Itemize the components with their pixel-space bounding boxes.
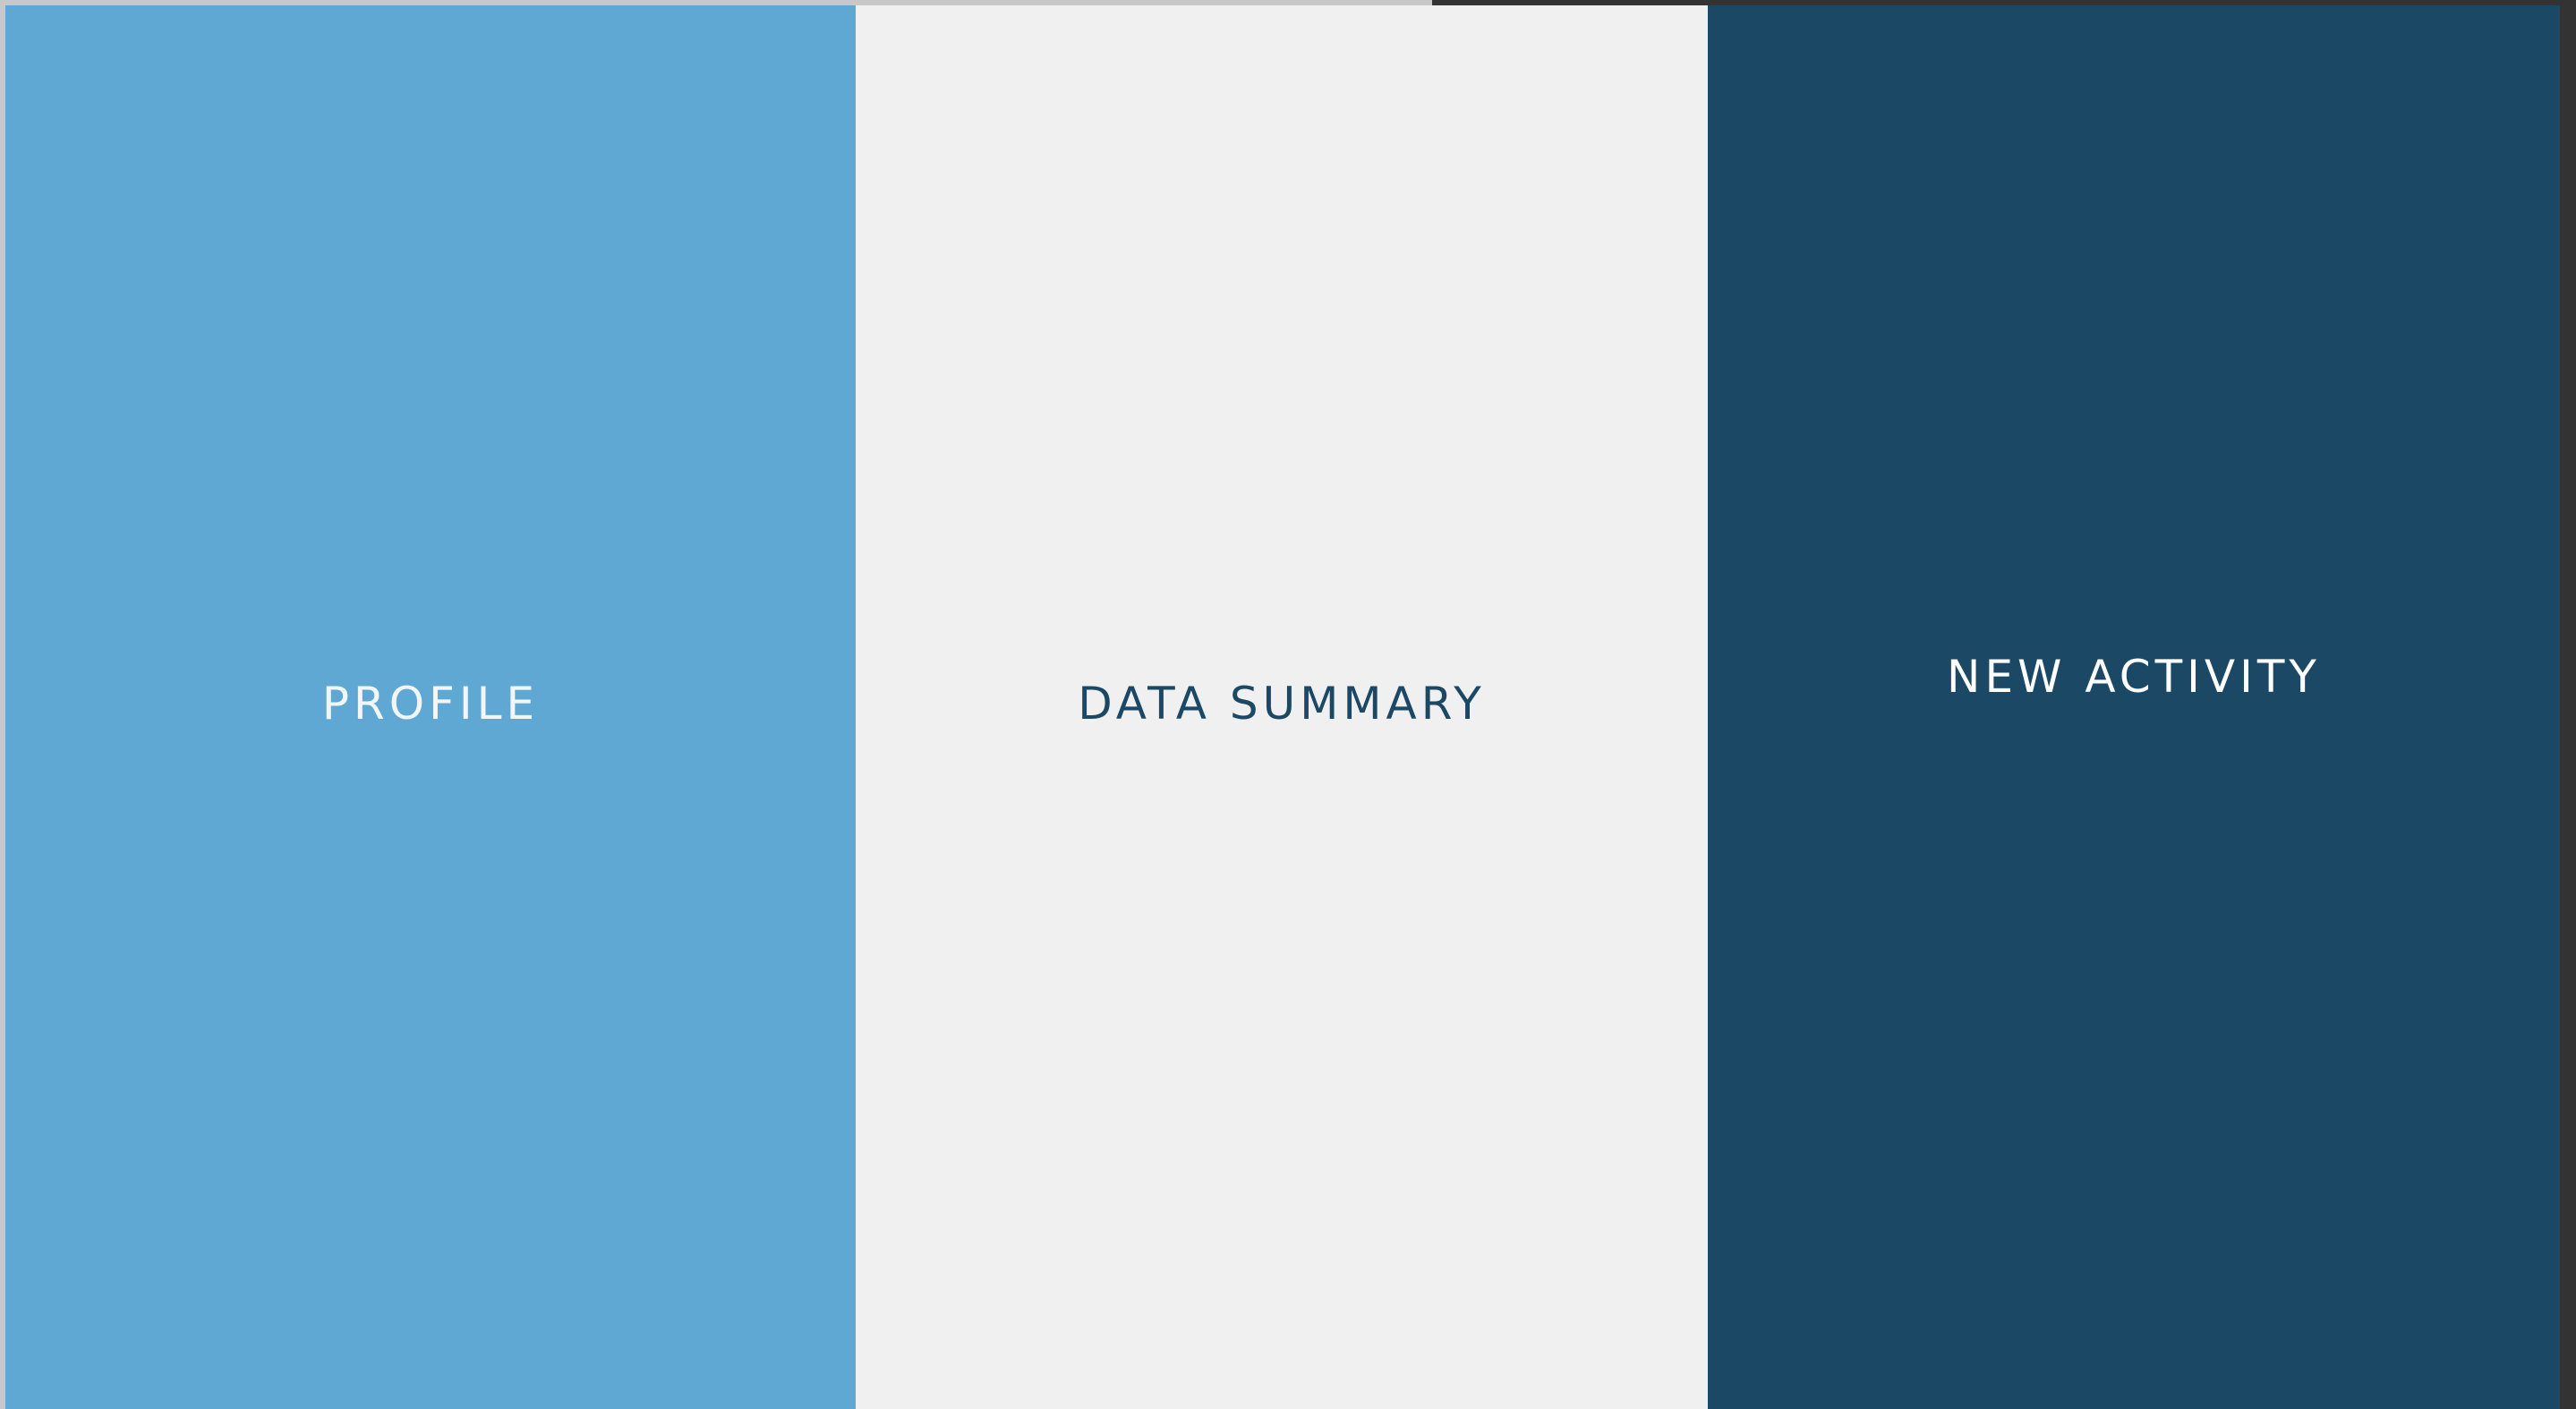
new-activity-label: NEW ACTIVITY (1947, 651, 2321, 703)
window-right-border (2560, 0, 2576, 1409)
profile-panel[interactable]: PROFILE (5, 5, 856, 1409)
main-panels: PROFILE DATA SUMMARY NEW ACTIVITY (5, 5, 2560, 1409)
app-window: PROFILE DATA SUMMARY NEW ACTIVITY (0, 0, 2576, 1409)
data-summary-panel[interactable]: DATA SUMMARY (856, 5, 1708, 1409)
new-activity-panel[interactable]: NEW ACTIVITY (1708, 5, 2560, 1409)
profile-label: PROFILE (321, 678, 540, 730)
data-summary-label: DATA SUMMARY (1078, 678, 1486, 730)
